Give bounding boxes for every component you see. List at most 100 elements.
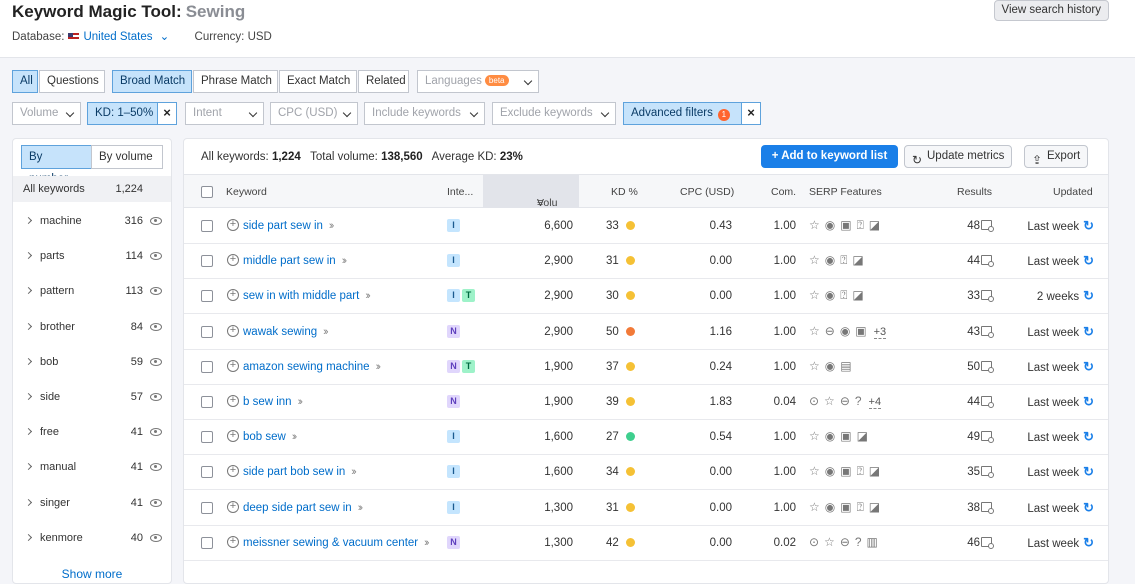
- match-tab-phrase-match[interactable]: Phrase Match: [193, 70, 278, 93]
- row-checkbox[interactable]: [201, 290, 213, 303]
- double-chevron-icon[interactable]: ››: [358, 502, 364, 514]
- double-chevron-icon[interactable]: ››: [424, 537, 430, 549]
- chevron-right-icon[interactable]: [24, 428, 33, 436]
- col-competition[interactable]: Com.: [771, 186, 796, 198]
- chevron-right-icon[interactable]: [24, 357, 33, 365]
- by-volume-toggle[interactable]: By volume: [91, 145, 163, 169]
- add-keyword-icon[interactable]: +: [227, 289, 239, 302]
- refresh-icon[interactable]: ↻: [1083, 324, 1094, 339]
- serp-more-link[interactable]: +4: [868, 396, 882, 409]
- export-button[interactable]: ⇪ Export: [1024, 145, 1089, 168]
- col-kd[interactable]: KD %: [611, 186, 638, 198]
- serp-more-link[interactable]: +3: [873, 325, 887, 339]
- chevron-right-icon[interactable]: [24, 533, 33, 541]
- group-item[interactable]: pattern 113: [13, 275, 171, 310]
- chevron-right-icon[interactable]: [24, 287, 33, 295]
- refresh-icon[interactable]: ↻: [1083, 288, 1094, 303]
- match-tab-all[interactable]: All: [12, 70, 38, 93]
- keyword-link[interactable]: side part bob sew in: [243, 466, 345, 478]
- row-checkbox[interactable]: [201, 255, 213, 268]
- include-keywords-filter[interactable]: Include keywords: [364, 102, 485, 125]
- eye-icon[interactable]: [150, 287, 162, 296]
- serp-preview-icon[interactable]: [981, 501, 994, 514]
- group-item[interactable]: parts 114: [13, 240, 171, 275]
- group-item[interactable]: singer 41: [13, 487, 171, 522]
- row-checkbox[interactable]: [201, 325, 213, 338]
- add-keyword-icon[interactable]: +: [227, 324, 239, 337]
- group-item[interactable]: side 57: [13, 381, 171, 416]
- refresh-icon[interactable]: ↻: [1083, 429, 1094, 444]
- group-item[interactable]: kenmore 40: [13, 522, 171, 557]
- eye-icon[interactable]: [150, 533, 162, 542]
- select-all-checkbox[interactable]: [201, 186, 213, 198]
- show-more-link[interactable]: Show more: [13, 567, 171, 581]
- chevron-right-icon[interactable]: [24, 216, 33, 225]
- chevron-right-icon[interactable]: [24, 252, 33, 260]
- match-tab-questions[interactable]: Questions: [39, 70, 105, 93]
- keyword-link[interactable]: amazon sewing machine: [243, 361, 370, 373]
- match-tab-broad-match[interactable]: Broad Match: [112, 70, 192, 93]
- eye-icon[interactable]: [150, 217, 162, 225]
- row-checkbox[interactable]: [201, 536, 213, 549]
- row-checkbox[interactable]: [201, 396, 213, 408]
- keyword-link[interactable]: b sew inn: [243, 396, 292, 408]
- row-checkbox[interactable]: [201, 501, 213, 514]
- eye-icon[interactable]: [150, 428, 162, 437]
- intent-filter[interactable]: Intent: [185, 102, 264, 125]
- match-tab-related[interactable]: Related: [358, 70, 409, 93]
- double-chevron-icon[interactable]: ››: [365, 290, 371, 302]
- eye-icon[interactable]: [150, 322, 162, 331]
- add-keyword-icon[interactable]: +: [227, 254, 239, 267]
- eye-icon[interactable]: [150, 393, 162, 401]
- all-keywords-group[interactable]: All keywords 1,224: [13, 176, 171, 202]
- double-chevron-icon[interactable]: ››: [298, 396, 304, 408]
- keyword-link[interactable]: deep side part sew in: [243, 502, 352, 514]
- view-history-button[interactable]: View search history: [993, 0, 1109, 21]
- refresh-icon[interactable]: ↻: [1083, 394, 1094, 409]
- eye-icon[interactable]: [150, 463, 162, 472]
- exclude-keywords-filter[interactable]: Exclude keywords: [492, 102, 616, 125]
- serp-preview-icon[interactable]: [981, 431, 994, 444]
- chevron-right-icon[interactable]: [24, 392, 33, 401]
- group-item[interactable]: brother 84: [13, 311, 171, 346]
- col-cpc[interactable]: CPC (USD): [680, 186, 734, 198]
- row-checkbox[interactable]: [201, 466, 213, 479]
- add-keyword-icon[interactable]: +: [227, 359, 239, 372]
- cpc-filter[interactable]: CPC (USD): [270, 102, 358, 125]
- volume-filter[interactable]: Volume: [12, 102, 81, 125]
- serp-preview-icon[interactable]: [981, 360, 994, 373]
- add-keyword-icon[interactable]: +: [227, 219, 239, 231]
- by-number-toggle[interactable]: By number: [21, 145, 92, 185]
- refresh-icon[interactable]: ↻: [1083, 218, 1094, 233]
- serp-preview-icon[interactable]: [981, 290, 994, 303]
- double-chevron-icon[interactable]: ››: [376, 361, 382, 373]
- col-serp-features[interactable]: SERP Features: [809, 186, 882, 198]
- serp-preview-icon[interactable]: [981, 255, 994, 268]
- serp-preview-icon[interactable]: [981, 220, 994, 232]
- keyword-link[interactable]: middle part sew in: [243, 255, 336, 267]
- keyword-link[interactable]: wawak sewing: [243, 326, 317, 338]
- refresh-icon[interactable]: ↻: [1083, 253, 1094, 268]
- clear-kd-filter-button[interactable]: ×: [157, 102, 177, 125]
- chevron-right-icon[interactable]: [24, 322, 33, 330]
- double-chevron-icon[interactable]: ››: [323, 326, 329, 338]
- add-keyword-icon[interactable]: +: [227, 395, 239, 407]
- col-updated[interactable]: Updated: [1053, 186, 1093, 198]
- eye-icon[interactable]: [150, 357, 162, 366]
- group-item[interactable]: free 41: [13, 416, 171, 451]
- serp-preview-icon[interactable]: [981, 396, 994, 408]
- clear-advanced-filters-button[interactable]: ×: [741, 102, 761, 125]
- group-item[interactable]: machine 316: [13, 205, 171, 240]
- refresh-icon[interactable]: ↻: [1083, 535, 1094, 550]
- chevron-down-icon[interactable]: ⌄: [156, 31, 170, 43]
- add-keyword-icon[interactable]: +: [227, 430, 239, 443]
- col-intent[interactable]: Inte...: [447, 186, 473, 198]
- advanced-filters-button[interactable]: Advanced filters 1: [623, 102, 742, 125]
- group-item[interactable]: manual 41: [13, 451, 171, 486]
- kd-filter[interactable]: KD: 1–50%: [87, 102, 158, 125]
- eye-icon[interactable]: [150, 252, 162, 261]
- row-checkbox[interactable]: [201, 431, 213, 444]
- refresh-icon[interactable]: ↻: [1083, 500, 1094, 515]
- database-select[interactable]: United States: [83, 31, 152, 43]
- row-checkbox[interactable]: [201, 360, 213, 373]
